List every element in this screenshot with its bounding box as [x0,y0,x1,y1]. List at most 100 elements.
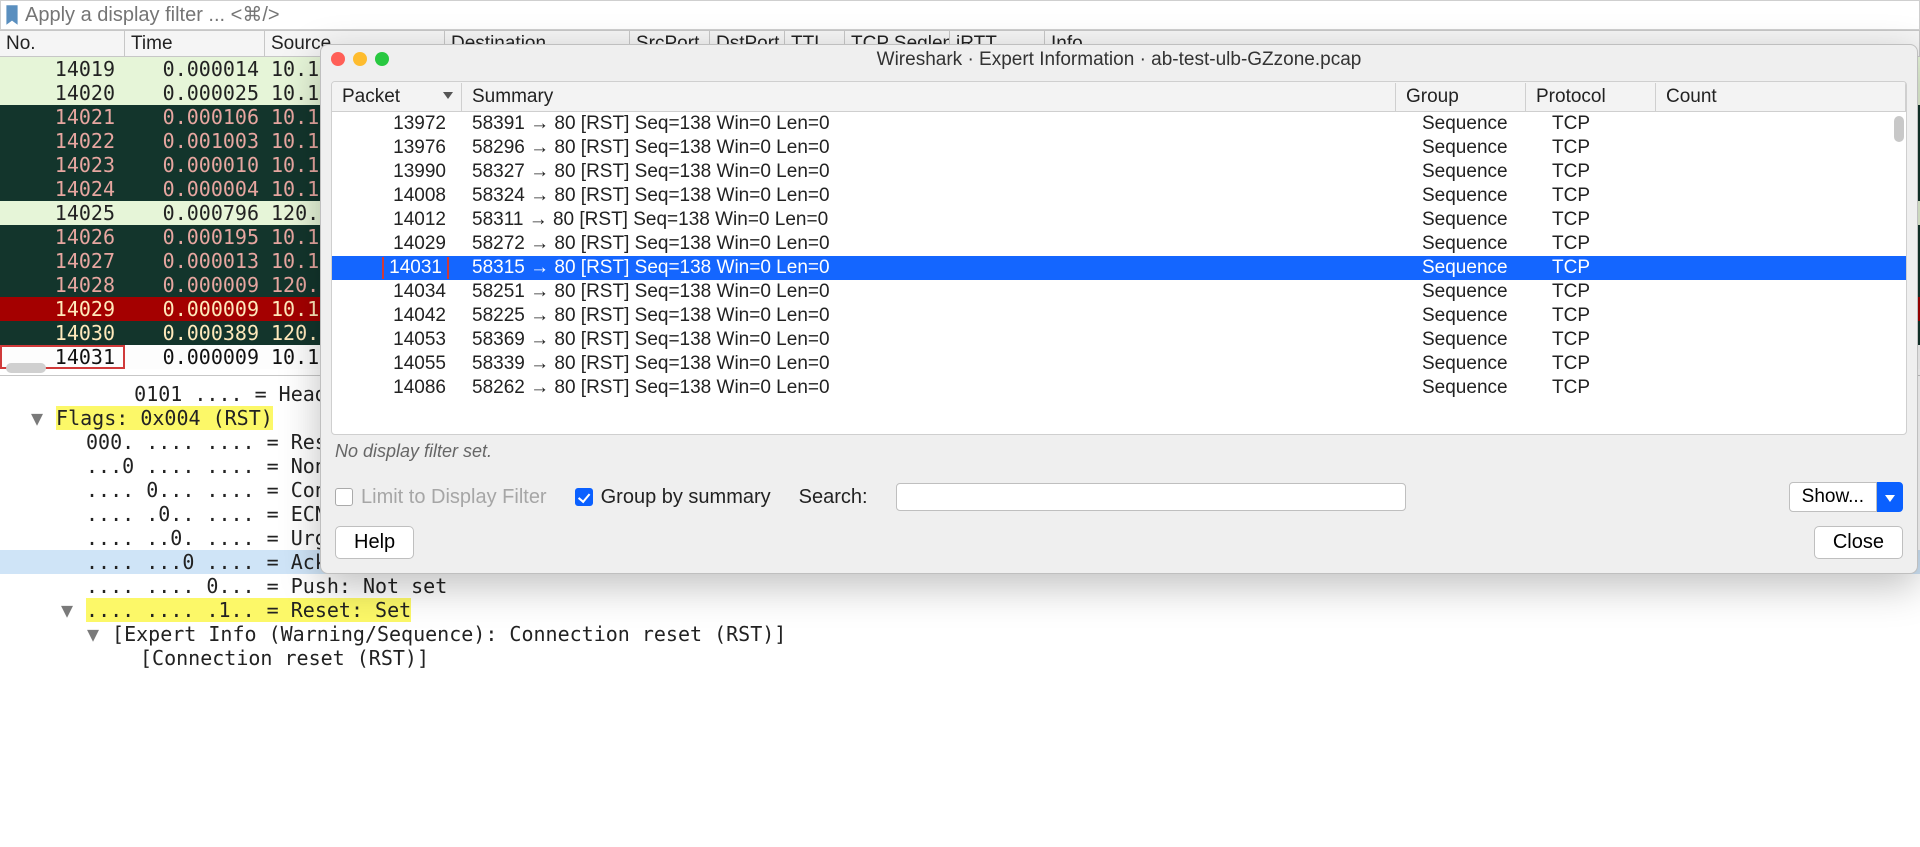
expert-protocol: TCP [1542,281,1672,303]
col-packet[interactable]: Packet [332,83,462,111]
packet-no: 14025 [0,201,125,225]
window-title: Wireshark · Expert Information · ab-test… [877,49,1362,71]
vertical-scrollbar[interactable] [1894,116,1904,142]
expert-packet: 14053 [332,329,462,351]
expert-table-header[interactable]: Packet Summary Group Protocol Count [332,82,1906,112]
display-filter-input[interactable] [25,4,1919,27]
expert-row[interactable]: 1404258225 → 80 [RST] Seq=138 Win=0 Len=… [332,304,1906,328]
detail-line[interactable]: .... .... 0... = Push: Not set [0,574,1920,598]
checkbox-label: Group by summary [601,486,771,509]
expert-packet: 14055 [332,353,462,375]
expert-group: Sequence [1412,329,1542,351]
close-window-icon[interactable] [331,52,345,66]
expert-group: Sequence [1412,209,1542,231]
expert-summary: 58296 → 80 [RST] Seq=138 Win=0 Len=0 [462,137,1412,159]
expert-row[interactable]: 1403458251 → 80 [RST] Seq=138 Win=0 Len=… [332,280,1906,304]
chevron-down-icon[interactable] [1877,482,1903,512]
expert-protocol: TCP [1542,329,1672,351]
expert-summary: 58369 → 80 [RST] Seq=138 Win=0 Len=0 [462,329,1412,351]
search-input[interactable] [896,483,1406,511]
packet-no: 14029 [0,297,125,321]
expert-protocol: TCP [1542,233,1672,255]
limit-to-display-filter-checkbox[interactable]: Limit to Display Filter [335,486,547,509]
expert-group: Sequence [1412,377,1542,399]
expert-row[interactable]: 1405358369 → 80 [RST] Seq=138 Win=0 Len=… [332,328,1906,352]
detail-line[interactable]: [Connection reset (RST)] [0,646,1920,670]
expert-row[interactable]: 1401258311 → 80 [RST] Seq=138 Win=0 Len=… [332,208,1906,232]
tree-expander-icon[interactable]: ▼ [86,622,100,646]
packet-time: 0.001003 [125,129,265,153]
expert-summary: 58324 → 80 [RST] Seq=138 Win=0 Len=0 [462,185,1412,207]
detail-line[interactable]: ▼ [Expert Info (Warning/Sequence): Conne… [0,622,1920,646]
packet-time: 0.000004 [125,177,265,201]
close-button[interactable]: Close [1814,526,1903,559]
help-button[interactable]: Help [335,526,414,559]
show-dropdown[interactable]: Show... [1789,482,1903,512]
packet-no: 14023 [0,153,125,177]
expert-row[interactable]: 1408658262 → 80 [RST] Seq=138 Win=0 Len=… [332,376,1906,400]
expert-row[interactable]: 1403158315 → 80 [RST] Seq=138 Win=0 Len=… [332,256,1906,280]
detail-line[interactable]: ▼ .... .... .1.. = Reset: Set [0,598,1920,622]
expert-packet: 14029 [332,233,462,255]
display-filter-bar[interactable] [0,0,1920,30]
zoom-window-icon[interactable] [375,52,389,66]
packet-time: 0.000106 [125,105,265,129]
expert-protocol: TCP [1542,185,1672,207]
expert-summary: 58251 → 80 [RST] Seq=138 Win=0 Len=0 [462,281,1412,303]
checkbox-icon [335,488,353,506]
packet-no: 14026 [0,225,125,249]
expert-summary: 58272 → 80 [RST] Seq=138 Win=0 Len=0 [462,233,1412,255]
expert-info-window: Wireshark · Expert Information · ab-test… [320,44,1918,574]
window-titlebar[interactable]: Wireshark · Expert Information · ab-test… [321,45,1917,75]
expert-packet: 13976 [332,137,462,159]
expert-status-text: No display filter set. [321,435,1917,462]
expert-packet: 13972 [332,113,462,135]
sort-caret-icon [443,92,453,99]
packet-time: 0.000025 [125,81,265,105]
col-protocol[interactable]: Protocol [1526,83,1656,111]
search-label: Search: [799,486,868,509]
packet-no: 14022 [0,129,125,153]
expert-row[interactable]: 1402958272 → 80 [RST] Seq=138 Win=0 Len=… [332,232,1906,256]
col-no[interactable]: No. [0,31,125,57]
tree-expander-icon[interactable]: ▼ [30,406,44,430]
packet-no: 14021 [0,105,125,129]
expert-protocol: TCP [1542,209,1672,231]
expert-protocol: TCP [1542,257,1672,279]
packet-time: 0.000389 [125,321,265,345]
packet-no: 14030 [0,321,125,345]
packet-no: 14019 [0,57,125,81]
col-summary[interactable]: Summary [462,83,1396,111]
col-count[interactable]: Count [1656,83,1906,111]
col-time[interactable]: Time [125,31,265,57]
col-group[interactable]: Group [1396,83,1526,111]
horizontal-scrollbar[interactable] [6,363,46,373]
expert-protocol: TCP [1542,113,1672,135]
expert-row[interactable]: 1400858324 → 80 [RST] Seq=138 Win=0 Len=… [332,184,1906,208]
expert-group: Sequence [1412,257,1542,279]
packet-no: 14020 [0,81,125,105]
group-by-summary-checkbox[interactable]: Group by summary [575,486,771,509]
packet-time: 0.000009 [125,297,265,321]
packet-time: 0.000195 [125,225,265,249]
expert-row[interactable]: 1399058327 → 80 [RST] Seq=138 Win=0 Len=… [332,160,1906,184]
expert-summary: 58391 → 80 [RST] Seq=138 Win=0 Len=0 [462,113,1412,135]
window-controls[interactable] [331,52,389,66]
packet-time: 0.000010 [125,153,265,177]
expert-packet: 14042 [332,305,462,327]
expert-row[interactable]: 1405558339 → 80 [RST] Seq=138 Win=0 Len=… [332,352,1906,376]
packet-time: 0.000009 [125,345,265,369]
expert-row[interactable]: 1397658296 → 80 [RST] Seq=138 Win=0 Len=… [332,136,1906,160]
minimize-window-icon[interactable] [353,52,367,66]
show-button[interactable]: Show... [1789,482,1877,512]
expert-summary: 58327 → 80 [RST] Seq=138 Win=0 Len=0 [462,161,1412,183]
bookmark-icon [5,5,19,25]
expert-protocol: TCP [1542,305,1672,327]
expert-protocol: TCP [1542,353,1672,375]
tree-expander-icon[interactable]: ▼ [60,598,74,622]
expert-summary: 58311 → 80 [RST] Seq=138 Win=0 Len=0 [462,209,1412,231]
checkbox-icon [575,488,593,506]
packet-time: 0.000009 [125,273,265,297]
expert-group: Sequence [1412,161,1542,183]
expert-row[interactable]: 1397258391 → 80 [RST] Seq=138 Win=0 Len=… [332,112,1906,136]
